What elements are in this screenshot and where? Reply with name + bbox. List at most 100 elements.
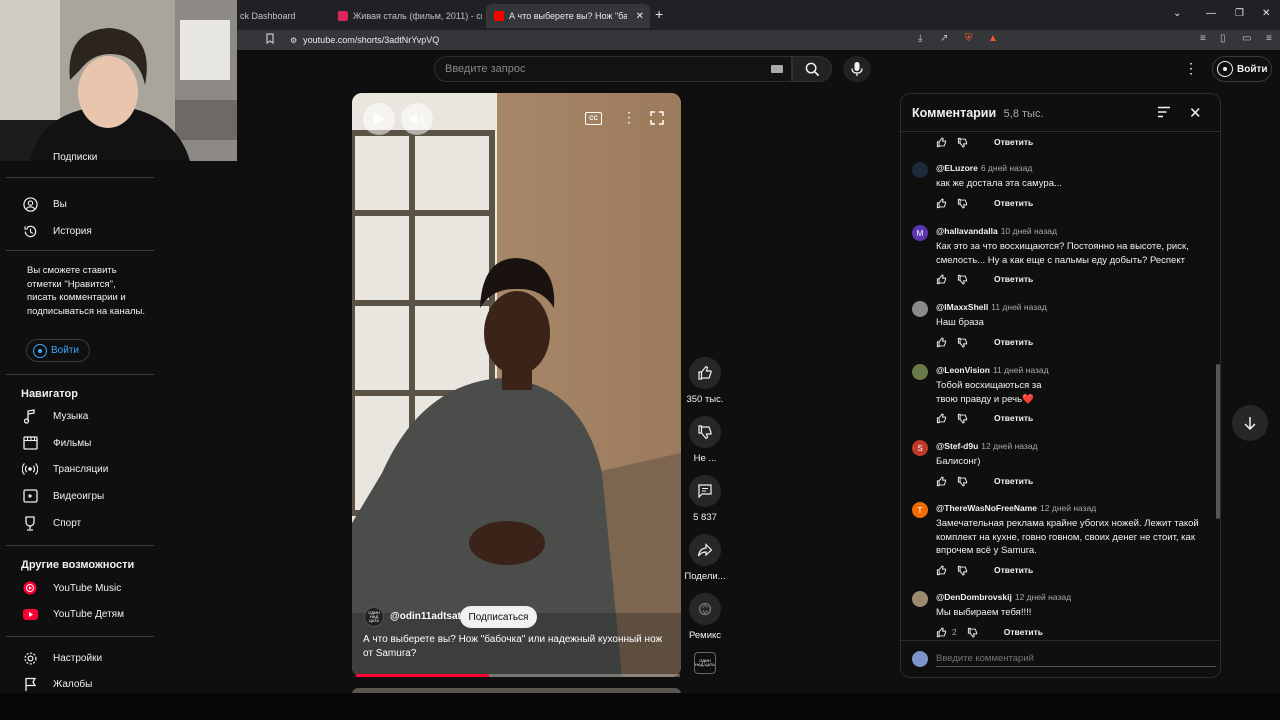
- thumb-up-icon[interactable]: [936, 412, 947, 424]
- sort-icon[interactable]: [1157, 105, 1171, 123]
- comment-author: @IMaxxShell 11 дней назад: [936, 302, 1047, 312]
- video-more-icon[interactable]: ⋮: [622, 109, 636, 126]
- reply-button[interactable]: Ответить: [994, 198, 1033, 208]
- reply-button[interactable]: Ответить: [994, 337, 1033, 347]
- comments-scrollbar[interactable]: [1216, 364, 1220, 519]
- sidebar-item-movies[interactable]: Фильмы: [22, 434, 91, 452]
- captions-icon[interactable]: CC: [585, 112, 602, 125]
- reply-button[interactable]: Ответить: [994, 413, 1033, 423]
- volume-button[interactable]: [401, 103, 433, 135]
- keyboard-icon[interactable]: [771, 65, 783, 73]
- site-info-icon[interactable]: ⚙: [290, 36, 297, 45]
- sidebar-item-reports[interactable]: Жалобы: [22, 675, 92, 693]
- thumb-down-icon[interactable]: [957, 413, 968, 424]
- fullscreen-icon[interactable]: [650, 111, 664, 130]
- close-tab-icon[interactable]: ✕: [636, 11, 644, 22]
- thumb-up-icon[interactable]: [936, 336, 947, 348]
- browser-tab[interactable]: Живая сталь (фильм, 2011) - смотре: [330, 4, 482, 28]
- sidebar-item-settings[interactable]: Настройки: [22, 649, 102, 667]
- thumb-down-icon[interactable]: [957, 565, 968, 576]
- sidebar-item-you[interactable]: Вы: [22, 195, 67, 213]
- shorts-video-player[interactable]: CC ⋮: [352, 93, 681, 677]
- comment-time: 11 дней назад: [992, 365, 1049, 375]
- reply-button[interactable]: Ответить: [994, 476, 1033, 486]
- browser-tab-active[interactable]: А что выберете вы? Нож "бабоч ✕: [486, 4, 650, 28]
- commenter-avatar[interactable]: [912, 301, 928, 317]
- remix-button[interactable]: Ремикс: [683, 593, 727, 641]
- commenter-avatar[interactable]: [912, 364, 928, 380]
- youtube-music-icon: [22, 580, 38, 596]
- dislike-button[interactable]: Не ...: [683, 416, 727, 464]
- comments-divider: [901, 131, 1220, 132]
- share-button[interactable]: Подели...: [683, 534, 727, 582]
- close-icon[interactable]: ✕: [1189, 104, 1202, 122]
- install-icon[interactable]: ⤓: [918, 33, 922, 44]
- maximize-icon[interactable]: ❐: [1235, 8, 1244, 19]
- commenter-avatar[interactable]: [912, 591, 928, 607]
- thumb-down-icon[interactable]: [957, 274, 968, 285]
- bookmark-icon[interactable]: [266, 33, 274, 47]
- thumb-down-icon[interactable]: [957, 137, 968, 148]
- more-options-icon[interactable]: ⋮: [1184, 60, 1198, 77]
- sidebar-item-music[interactable]: Музыка: [22, 407, 88, 425]
- thumb-up-icon[interactable]: [936, 564, 947, 576]
- thumb-up-icon[interactable]: [936, 136, 947, 148]
- comments-button[interactable]: 5 837: [683, 475, 727, 523]
- reply-button[interactable]: Ответить: [1004, 627, 1043, 637]
- sidebar-item-youtube-music[interactable]: YouTube Music: [22, 579, 121, 597]
- reply-button[interactable]: Ответить: [994, 274, 1033, 284]
- reply-button[interactable]: Ответить: [994, 137, 1033, 147]
- search-button[interactable]: [792, 56, 832, 82]
- thumb-up-icon[interactable]: [936, 626, 947, 638]
- playlist-icon[interactable]: ≡: [1200, 33, 1206, 44]
- url-field[interactable]: ⚙ youtube.com/shorts/3adtNrYvpVQ: [286, 32, 1006, 48]
- sidebar-item-youtube-kids[interactable]: YouTube Детям: [22, 605, 124, 623]
- sound-thumbnail[interactable]: ОДИН НАД ЦАТЬ: [694, 652, 716, 674]
- browser-tab[interactable]: ck Dashboard: [230, 4, 326, 28]
- new-tab-button[interactable]: +: [655, 6, 663, 22]
- sidebar-item-live[interactable]: Трансляции: [22, 460, 108, 478]
- commenter-avatar[interactable]: M: [912, 225, 928, 241]
- brave-shield-icon[interactable]: ⛨: [965, 33, 973, 44]
- channel-avatar[interactable]: ОДИН НАД ЦАТЬ: [364, 607, 384, 627]
- sidebar-item-sport[interactable]: Спорт: [22, 514, 81, 532]
- commenter-avatar[interactable]: S: [912, 440, 928, 456]
- sidebar-item-gaming[interactable]: Видеоигры: [22, 487, 104, 505]
- thumb-down-icon[interactable]: [957, 198, 968, 209]
- sidebar-icon[interactable]: ▯: [1220, 33, 1226, 44]
- subscribe-button[interactable]: Подписаться: [460, 606, 537, 628]
- video-progress-bar[interactable]: [356, 674, 680, 677]
- video-progress-fill: [356, 674, 489, 677]
- youtube-favicon-icon: [494, 11, 504, 21]
- sidebar-divider: [6, 374, 154, 375]
- wallet-icon[interactable]: ▭: [1242, 33, 1251, 44]
- tab-list-chevron-icon[interactable]: ⌄: [1173, 8, 1181, 19]
- reply-button[interactable]: Ответить: [994, 565, 1033, 575]
- voice-search-button[interactable]: [843, 56, 871, 82]
- play-button[interactable]: [363, 103, 395, 135]
- channel-handle[interactable]: @odin11adtsat: [390, 611, 461, 622]
- share-icon[interactable]: ↗: [940, 33, 948, 44]
- commenter-avatar[interactable]: T: [912, 502, 928, 518]
- comment-input[interactable]: [936, 651, 1216, 667]
- minimize-icon[interactable]: —: [1206, 8, 1216, 19]
- header-signin-button[interactable]: Войти: [1212, 56, 1272, 82]
- commenter-avatar[interactable]: [912, 162, 928, 178]
- like-button[interactable]: 350 тыс.: [683, 357, 727, 405]
- thumb-down-icon[interactable]: [967, 627, 978, 638]
- thumb-down-icon[interactable]: [957, 337, 968, 348]
- sidebar-section-navigator: Навигатор: [21, 388, 78, 400]
- next-short-button[interactable]: [1232, 405, 1268, 441]
- thumb-up-icon[interactable]: [936, 273, 947, 285]
- sidebar-item-subscriptions[interactable]: Подписки: [22, 152, 97, 166]
- sidebar-item-history[interactable]: История: [22, 222, 92, 240]
- search-input[interactable]: Введите запрос: [434, 56, 792, 82]
- thumb-up-icon[interactable]: [936, 197, 947, 209]
- sidebar-signin-button[interactable]: Войти: [26, 339, 90, 362]
- thumb-up-icon[interactable]: [936, 475, 947, 487]
- rewards-icon[interactable]: ▲: [988, 33, 998, 44]
- comment-actions: Ответить: [936, 136, 1033, 148]
- browser-menu-icon[interactable]: ≡: [1266, 33, 1272, 44]
- close-window-icon[interactable]: ✕: [1262, 8, 1270, 19]
- thumb-down-icon[interactable]: [957, 476, 968, 487]
